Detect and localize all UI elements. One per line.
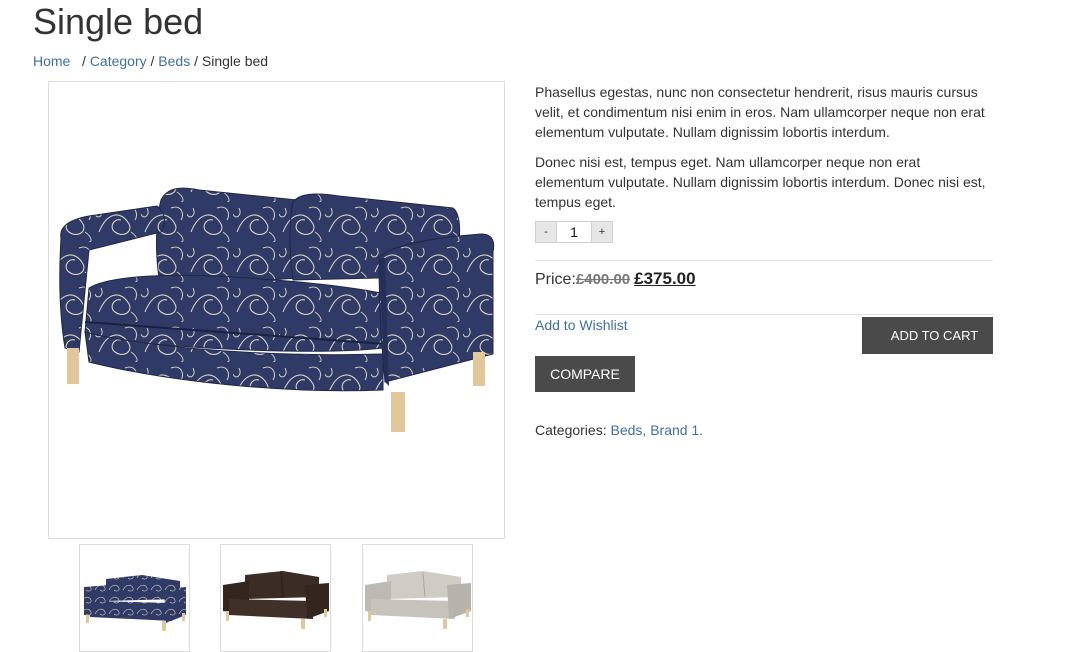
breadcrumb-beds[interactable]: Beds: [158, 53, 190, 69]
product-details: Phasellus egestas, nunc non consectetur …: [535, 81, 993, 222]
categories-suffix: .: [699, 422, 704, 438]
quantity-stepper: - 1 +: [535, 221, 613, 243]
product-description: Phasellus egestas, nunc non consectetur …: [535, 82, 993, 212]
category-link-beds[interactable]: Beds: [610, 422, 642, 438]
add-to-wishlist-link[interactable]: Add to Wishlist: [535, 316, 628, 334]
add-to-cart-button[interactable]: Add to cart: [862, 317, 993, 354]
breadcrumb-separator: /: [74, 53, 86, 69]
categories-label: Categories:: [535, 422, 607, 438]
breadcrumb-current: Single bed: [201, 53, 269, 69]
divider: [535, 314, 993, 315]
page-title: Single bed: [33, 1, 204, 42]
breadcrumb-separator: /: [150, 53, 155, 69]
divider: [535, 260, 993, 261]
product-categories: Categories: Beds, Brand 1.: [535, 421, 703, 439]
product-main-image[interactable]: [48, 81, 505, 539]
old-price: £400.00: [575, 271, 631, 288]
description-paragraph: Donec nisi est, tempus eget. Nam ullamco…: [535, 154, 986, 210]
product-price: Price:£400.00 £375.00: [535, 268, 696, 291]
description-paragraph: Phasellus egestas, nunc non consectetur …: [535, 84, 985, 140]
breadcrumb: Home / Category / Beds / Single bed: [33, 52, 268, 70]
thumbnail-grey-sofa[interactable]: [362, 544, 473, 652]
thumbnail-blue-sofa[interactable]: [79, 544, 190, 652]
sofa-thumbnail-image: [365, 571, 471, 629]
sale-price: £375.00: [634, 269, 696, 288]
sofa-image: [59, 187, 495, 432]
price-label: Price:: [535, 271, 576, 288]
sofa-thumbnail-image: [223, 570, 329, 629]
quantity-decrease-button[interactable]: -: [535, 221, 557, 243]
breadcrumb-category[interactable]: Category: [90, 53, 147, 69]
quantity-input[interactable]: 1: [557, 221, 591, 243]
quantity-increase-button[interactable]: +: [591, 221, 613, 243]
breadcrumb-separator: /: [194, 53, 198, 69]
compare-button[interactable]: COMPARE: [535, 356, 635, 392]
category-link-brand-1[interactable]: Brand 1: [650, 422, 699, 438]
thumbnail-brown-sofa[interactable]: [220, 544, 331, 652]
breadcrumb-home[interactable]: Home: [33, 53, 70, 69]
sofa-thumbnail-image: [84, 575, 186, 631]
